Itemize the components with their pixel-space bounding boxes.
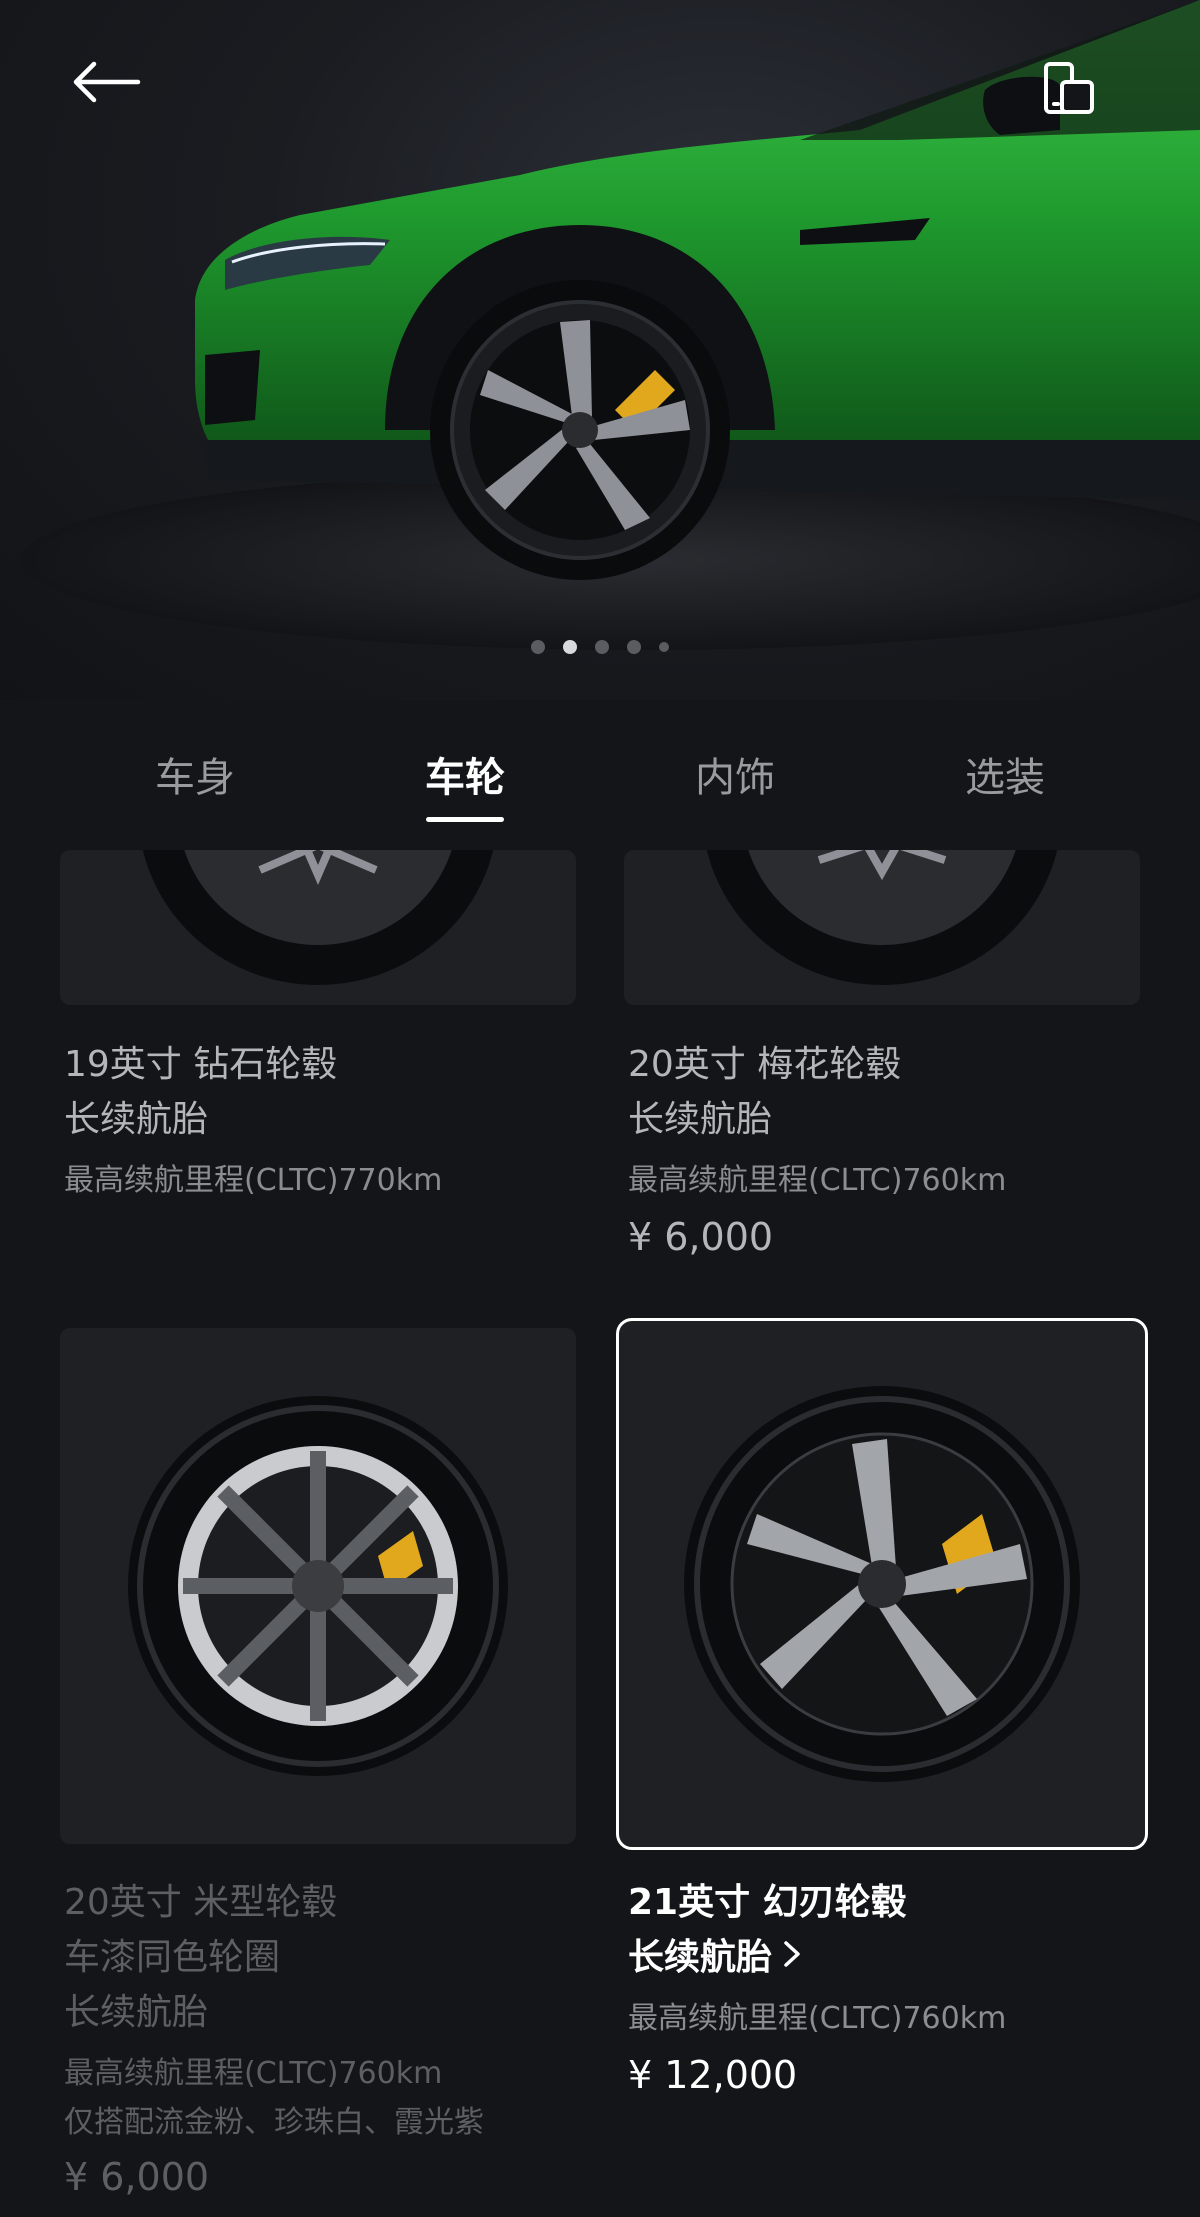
- config-tabs: 车身 车轮 内饰 选装: [0, 700, 1200, 850]
- wheel-title: 19英寸 钻石轮毂: [64, 1044, 338, 1085]
- chevron-right-icon: [782, 1937, 802, 1978]
- arrow-left-icon: [73, 61, 141, 103]
- phone-tablet-icon: [1044, 62, 1094, 114]
- wheel-tire: 长续航胎: [628, 1099, 773, 1140]
- tab-wheels[interactable]: 车轮: [365, 745, 565, 803]
- car-illustration: [20, 0, 1200, 650]
- car-preview-hero: [0, 0, 1200, 700]
- wheel-rim-color: 车漆同色轮圈: [64, 1937, 281, 1978]
- wheel-option-image[interactable]: [60, 1328, 576, 1844]
- wheel-title: 20英寸 梅花轮毂: [628, 1044, 902, 1085]
- wheel-option-image[interactable]: [624, 850, 1140, 1005]
- wheel-price: ¥ 6,000: [64, 2155, 210, 2199]
- wheel-range: 最高续航里程(CLTC)760km: [628, 2001, 1007, 2036]
- wheel-options-list: 19英寸 钻石轮毂 长续航胎 最高续航里程(CLTC)770km 20英寸 梅花…: [0, 850, 1200, 2217]
- wheel-tire-link[interactable]: 长续航胎: [628, 1928, 802, 1980]
- carousel-dot[interactable]: [531, 640, 545, 654]
- wheel-price: ¥ 6,000: [628, 1215, 774, 1259]
- wheel-plum-image: [706, 850, 1058, 985]
- wheel-tire: 长续航胎: [64, 1992, 209, 2033]
- carousel-dot[interactable]: [595, 640, 609, 654]
- wheel-blade-image: [684, 1386, 1080, 1782]
- carousel-dot[interactable]: [627, 640, 641, 654]
- wheel-tire: 长续航胎: [64, 1099, 209, 1140]
- carousel-dot[interactable]: [659, 642, 669, 652]
- tab-active-indicator: [426, 817, 504, 822]
- wheel-title: 21英寸 幻刃轮毂: [628, 1882, 907, 1923]
- tab-interior[interactable]: 内饰: [635, 745, 835, 803]
- device-view-button[interactable]: [1040, 60, 1120, 130]
- carousel-dot-active[interactable]: [563, 640, 577, 654]
- wheel-range: 最高续航里程(CLTC)770km: [64, 1163, 443, 1198]
- wheel-option-image[interactable]: [60, 850, 576, 1005]
- wheel-price: ¥ 12,000: [628, 2053, 798, 2097]
- wheel-color-restriction: 仅搭配流金粉、珍珠白、霞光紫: [64, 2105, 484, 2140]
- tab-body[interactable]: 车身: [95, 745, 295, 803]
- carousel-indicator: [0, 640, 1200, 654]
- wheel-option-image-selected[interactable]: [616, 1318, 1148, 1850]
- wheel-title: 20英寸 米型轮毂: [64, 1882, 338, 1923]
- wheel-range: 最高续航里程(CLTC)760km: [64, 2056, 443, 2091]
- wheel-rice-image: [128, 1396, 508, 1776]
- back-button[interactable]: [70, 60, 170, 130]
- wheel-tire: 长续航胎: [628, 1937, 773, 1978]
- wheel-range: 最高续航里程(CLTC)760km: [628, 1163, 1007, 1198]
- wheel-diamond-image: [142, 850, 494, 985]
- tab-options[interactable]: 选装: [905, 745, 1105, 803]
